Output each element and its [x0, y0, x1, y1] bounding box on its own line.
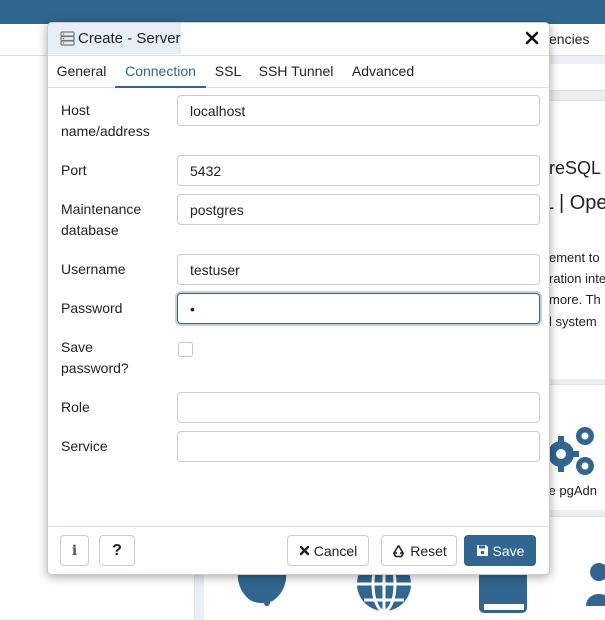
tab-connection[interactable]: Connection — [115, 56, 206, 88]
reset-button[interactable]: Reset — [381, 535, 457, 566]
dialog-title: Create - Server — [48, 23, 181, 54]
tab-general[interactable]: General — [48, 56, 115, 86]
save-password-checkbox[interactable] — [178, 342, 193, 357]
maintenance-db-input[interactable] — [177, 194, 540, 225]
host-label-line1: Host — [61, 102, 90, 118]
welcome-text-line: l system — [549, 314, 597, 329]
service-label: Service — [61, 438, 108, 454]
dialog-title-text: Create - Server — [78, 30, 181, 47]
host-input[interactable] — [177, 95, 540, 126]
help-button[interactable]: ? — [99, 535, 135, 566]
welcome-title-fragment: reSQL — [549, 158, 602, 178]
dependencies-tab-fragment[interactable]: encies — [549, 31, 589, 47]
floppy-disk-icon — [476, 544, 489, 557]
times-icon — [299, 545, 310, 556]
welcome-text-line: ement to — [549, 250, 600, 265]
maintenance-db-label-line2: database — [61, 222, 119, 238]
save-label: Save — [492, 542, 525, 559]
app-top-bar — [0, 0, 605, 24]
dialog-footer: i ? Cancel Reset Save — [48, 526, 549, 574]
maintenance-db-label-line1: Maintenance — [61, 201, 142, 217]
users-icon — [586, 563, 605, 606]
host-label: Host name/address — [61, 100, 150, 142]
save-button[interactable]: Save — [464, 535, 536, 566]
create-server-dialog: Create - Server General Connection SSL S… — [47, 22, 550, 575]
welcome-subtitle-fragment: L | Ope — [543, 192, 605, 214]
password-label: Password — [61, 300, 123, 316]
tab-advanced[interactable]: Advanced — [342, 56, 424, 86]
username-label: Username — [61, 261, 126, 277]
cancel-button[interactable]: Cancel — [287, 535, 369, 566]
dialog-title-bar[interactable]: Create - Server — [48, 23, 549, 56]
help-icon: ? — [112, 541, 122, 559]
service-input[interactable] — [177, 431, 540, 462]
port-label: Port — [61, 162, 87, 178]
info-button[interactable]: i — [60, 535, 89, 566]
role-input[interactable] — [177, 392, 540, 423]
host-label-line2: name/address — [61, 123, 150, 139]
connection-form: Host name/address Port Maintenance datab… — [48, 88, 549, 525]
save-password-label-line2: password? — [61, 360, 129, 376]
maintenance-db-label: Maintenance database — [61, 199, 141, 241]
username-input[interactable] — [177, 254, 540, 285]
info-icon: i — [71, 542, 78, 559]
tab-ssl[interactable]: SSL — [206, 56, 250, 86]
welcome-text-line: more. Th — [549, 292, 601, 307]
password-input[interactable] — [177, 293, 540, 324]
recycle-icon — [391, 544, 406, 558]
port-input[interactable] — [177, 155, 540, 186]
tab-ssh-tunnel[interactable]: SSH Tunnel — [250, 56, 342, 86]
save-password-label-line1: Save — [61, 339, 93, 355]
role-label: Role — [61, 399, 90, 415]
dialog-tabs: General Connection SSL SSH Tunnel Advanc… — [48, 56, 549, 88]
reset-label: Reset — [410, 542, 447, 559]
cancel-label: Cancel — [313, 542, 358, 559]
welcome-text-line: ration inte — [549, 271, 605, 286]
close-icon[interactable] — [523, 29, 541, 47]
gears-icon[interactable] — [543, 424, 605, 476]
server-icon — [60, 31, 75, 46]
save-password-label: Save password? — [61, 337, 129, 379]
